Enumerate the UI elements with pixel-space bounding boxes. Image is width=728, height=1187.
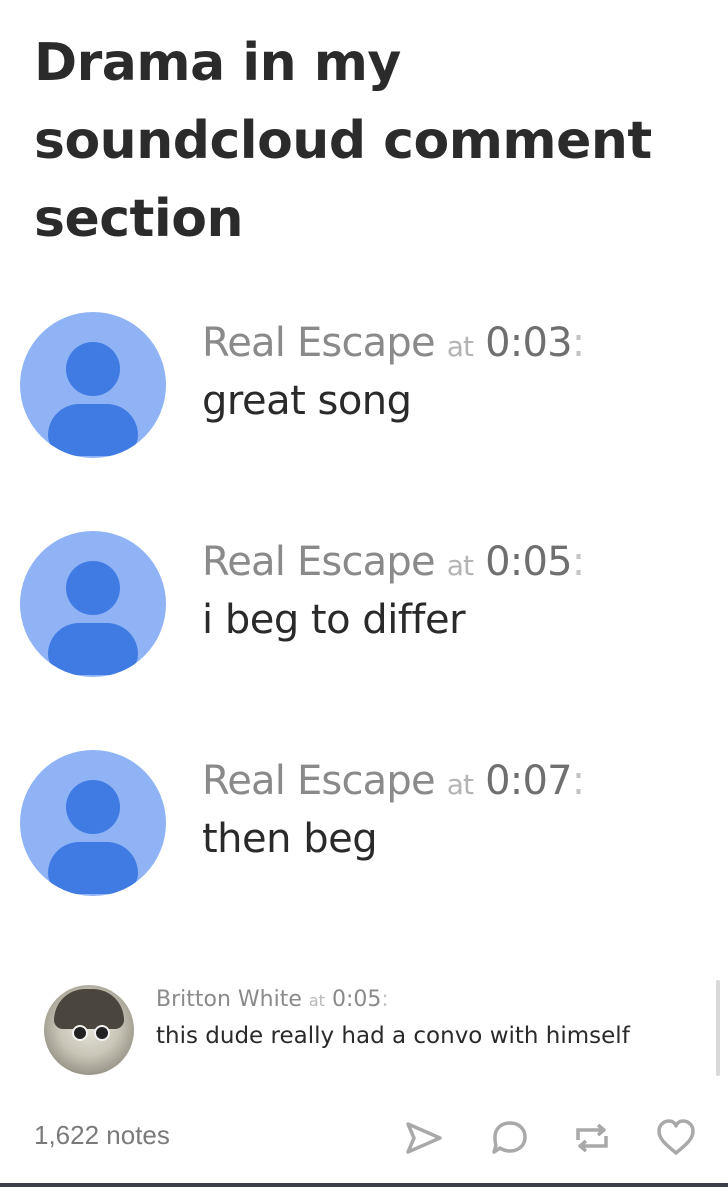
comment-item: Real Escape at 0:05: i beg to differ	[20, 531, 710, 681]
reply-colon: :	[381, 987, 389, 1012]
default-user-avatar-icon[interactable]	[20, 312, 166, 458]
post-actions	[0, 1114, 728, 1162]
reblog-icon[interactable]	[570, 1116, 614, 1160]
comment-text: then beg	[202, 816, 378, 862]
bottom-divider	[0, 1183, 728, 1187]
send-icon[interactable]	[402, 1116, 446, 1160]
avatar-body	[48, 842, 138, 894]
default-user-avatar-icon[interactable]	[20, 750, 166, 896]
avatar-eye	[72, 1025, 88, 1041]
comment-at-label: at	[446, 330, 474, 363]
user-avatar[interactable]	[44, 985, 134, 1075]
default-user-avatar-icon[interactable]	[20, 531, 166, 677]
reply-text: this dude really had a convo with himsel…	[156, 1023, 630, 1049]
reply-comment: Britton White at 0:05: this dude really …	[44, 985, 724, 1075]
avatar-head	[66, 561, 120, 615]
reply-meta: Britton White at 0:05:	[156, 987, 389, 1012]
avatar-body	[48, 623, 138, 675]
comment-colon: :	[571, 320, 585, 366]
post-title: Drama in my soundcloud comment section	[34, 33, 652, 249]
comment-text: i beg to differ	[202, 597, 466, 643]
comment-item: Real Escape at 0:03: great song	[20, 312, 710, 462]
avatar-eye	[94, 1025, 110, 1041]
comment-at-label: at	[446, 549, 474, 582]
comment-author[interactable]: Real Escape	[202, 758, 436, 804]
heart-icon[interactable]	[654, 1116, 698, 1160]
comment-timestamp[interactable]: 0:05	[485, 539, 572, 585]
comment-author[interactable]: Real Escape	[202, 320, 436, 366]
comment-at-label: at	[446, 768, 474, 801]
avatar-head	[66, 342, 120, 396]
comment-item: Real Escape at 0:07: then beg	[20, 750, 710, 900]
scrollbar[interactable]	[716, 980, 720, 1076]
comment-colon: :	[571, 539, 585, 585]
comment-text: great song	[202, 378, 412, 424]
avatar-head	[66, 780, 120, 834]
comment-meta: Real Escape at 0:07:	[202, 758, 585, 804]
comment-timestamp[interactable]: 0:07	[485, 758, 572, 804]
comment-meta: Real Escape at 0:03:	[202, 320, 585, 366]
reply-timestamp[interactable]: 0:05	[332, 987, 381, 1012]
reply-at-label: at	[308, 991, 325, 1010]
speech-bubble-icon[interactable]	[488, 1116, 532, 1160]
avatar-body	[48, 404, 138, 456]
comment-meta: Real Escape at 0:05:	[202, 539, 585, 585]
comment-timestamp[interactable]: 0:03	[485, 320, 572, 366]
reply-author[interactable]: Britton White	[156, 987, 302, 1012]
comment-author[interactable]: Real Escape	[202, 539, 436, 585]
avatar-hair	[54, 989, 124, 1029]
comment-colon: :	[571, 758, 585, 804]
